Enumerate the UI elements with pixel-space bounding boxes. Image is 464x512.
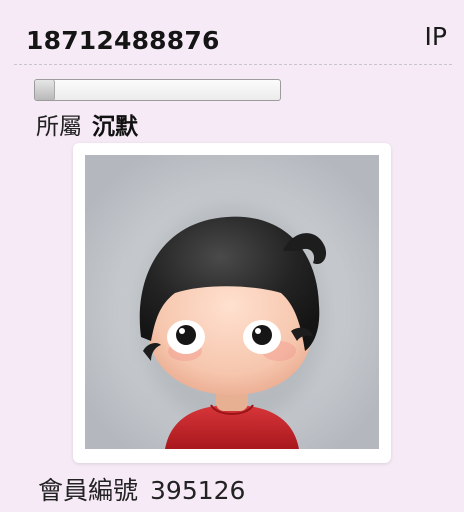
- username: 18712488876: [26, 26, 220, 55]
- level-progress-fill: [35, 80, 55, 100]
- profile-card: 18712488876 IP 所屬 沉默 會員編號 395126: [0, 0, 464, 512]
- profile-header: 18712488876 IP: [26, 22, 450, 58]
- divider: [14, 64, 452, 65]
- cartoon-boy-avatar-icon: [85, 155, 379, 449]
- level-progress-bar: [34, 79, 281, 101]
- member-number-row: 會員編號 395126: [38, 471, 245, 507]
- avatar[interactable]: [85, 155, 379, 449]
- affiliation-label: 所屬: [36, 114, 82, 140]
- avatar-frame[interactable]: [73, 143, 391, 463]
- member-number-value: 395126: [150, 476, 246, 505]
- affiliation-value: 沉默: [92, 114, 138, 140]
- affiliation-row: 所屬 沉默: [36, 107, 138, 141]
- ip-link[interactable]: IP: [425, 22, 447, 51]
- member-number-label: 會員編號: [38, 476, 139, 505]
